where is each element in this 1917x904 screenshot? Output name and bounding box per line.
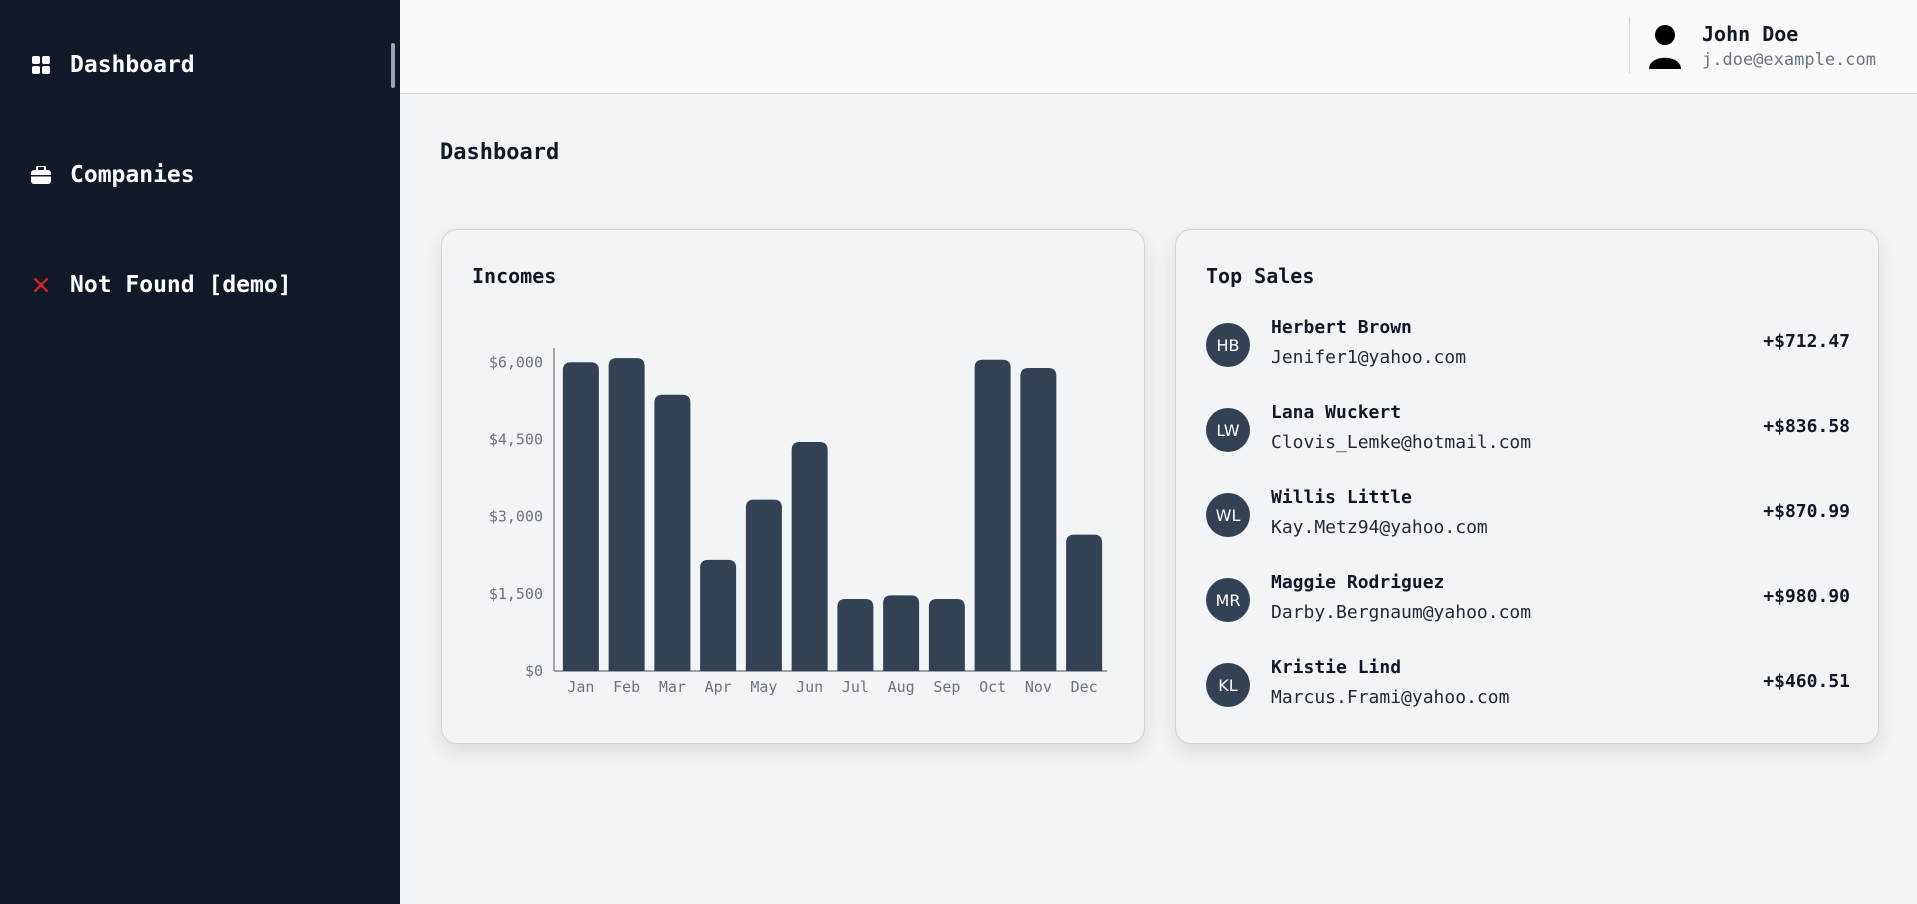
sale-amount: +$460.51 <box>1763 671 1850 692</box>
list-item[interactable]: LW Lana Wuckert Clovis_Lemke@hotmail.com… <box>1206 402 1850 493</box>
chart-bar <box>974 359 1011 671</box>
x-tick-label: Mar <box>659 678 686 696</box>
sale-amount: +$870.99 <box>1763 501 1850 522</box>
x-tick-label: Sep <box>933 678 960 696</box>
x-tick-label: Nov <box>1025 678 1052 696</box>
incomes-card: Incomes $0 $1,500 $3,000 $4,500 $6,000 Jan Feb… <box>441 229 1145 744</box>
chart-bar <box>1066 534 1103 671</box>
chart-bar <box>837 598 874 671</box>
x-tick-label: May <box>750 678 777 696</box>
chart-bar <box>745 499 782 671</box>
y-tick-label: $3,000 <box>489 508 543 526</box>
top-sales-card: Top Sales HB Herbert Brown Jenifer1@yaho… <box>1175 229 1879 744</box>
sale-email: Clovis_Lemke@hotmail.com <box>1271 432 1532 453</box>
sale-email: Marcus.Frami@yahoo.com <box>1271 687 1510 708</box>
sale-amount: +$980.90 <box>1763 586 1850 607</box>
grid-icon <box>30 54 52 76</box>
user-name[interactable]: John Doe <box>1702 22 1798 46</box>
top-header: John Doe j.doe@example.com <box>400 0 1917 94</box>
avatar: LW <box>1206 408 1250 452</box>
x-tick-label: Dec <box>1071 678 1098 696</box>
y-tick-label: $6,000 <box>489 353 543 371</box>
x-tick-label: Apr <box>705 678 732 696</box>
sidebar-scrollbar[interactable] <box>391 43 395 88</box>
top-sales-list: HB Herbert Brown Jenifer1@yahoo.com +$71… <box>1206 317 1850 748</box>
x-tick-label: Jan <box>567 678 594 696</box>
x-tick-label: Feb <box>613 678 640 696</box>
sidebar-item-label: Not Found [demo] <box>70 272 292 298</box>
sale-name: Lana Wuckert <box>1271 402 1402 423</box>
sale-email: Darby.Bergnaum@yahoo.com <box>1271 602 1532 623</box>
chart-bar <box>791 442 828 671</box>
chart-bar <box>928 598 965 671</box>
chart-bar <box>654 394 691 671</box>
briefcase-icon <box>30 164 52 186</box>
sale-email: Jenifer1@yahoo.com <box>1271 347 1467 368</box>
x-tick-label: Jun <box>796 678 823 696</box>
user-email: j.doe@example.com <box>1702 50 1876 70</box>
header-divider <box>1629 17 1630 73</box>
avatar: WL <box>1206 493 1250 537</box>
chart-bar <box>883 595 920 671</box>
y-tick-label: $1,500 <box>489 585 543 603</box>
sidebar-item-dashboard[interactable]: Dashboard <box>0 35 390 95</box>
user-icon[interactable] <box>1645 24 1685 70</box>
list-item[interactable]: HB Herbert Brown Jenifer1@yahoo.com +$71… <box>1206 317 1850 408</box>
avatar: KL <box>1206 663 1250 707</box>
x-tick-label: Oct <box>979 678 1006 696</box>
page-title: Dashboard <box>440 140 560 165</box>
sale-name: Maggie Rodriguez <box>1271 572 1445 593</box>
sale-name: Willis Little <box>1271 487 1412 508</box>
list-item[interactable]: KL Kristie Lind Marcus.Frami@yahoo.com +… <box>1206 657 1850 748</box>
avatar: HB <box>1206 323 1250 367</box>
sale-name: Kristie Lind <box>1271 657 1402 678</box>
avatar: MR <box>1206 578 1250 622</box>
y-tick-label: $0 <box>525 662 543 680</box>
close-icon <box>30 274 52 296</box>
chart-bar <box>562 362 599 671</box>
sale-amount: +$712.47 <box>1763 331 1850 352</box>
chart-bar <box>608 358 645 671</box>
list-item[interactable]: MR Maggie Rodriguez Darby.Bergnaum@yahoo… <box>1206 572 1850 663</box>
sale-name: Herbert Brown <box>1271 317 1412 338</box>
x-tick-label: Jul <box>842 678 869 696</box>
sidebar-item-not-found[interactable]: Not Found [demo] <box>0 255 390 315</box>
top-sales-title: Top Sales <box>1206 264 1315 288</box>
sidebar-item-label: Companies <box>70 162 195 188</box>
sale-amount: +$836.58 <box>1763 416 1850 437</box>
sidebar: Dashboard Companies Not Found [demo] <box>0 0 400 904</box>
list-item[interactable]: WL Willis Little Kay.Metz94@yahoo.com +$… <box>1206 487 1850 578</box>
incomes-chart: $0 $1,500 $3,000 $4,500 $6,000 Jan Feb Mar Apr Ma… <box>489 348 1107 696</box>
sidebar-item-label: Dashboard <box>70 52 195 78</box>
y-tick-label: $4,500 <box>489 430 543 448</box>
sale-email: Kay.Metz94@yahoo.com <box>1271 517 1488 538</box>
sidebar-item-companies[interactable]: Companies <box>0 145 390 205</box>
chart-bar <box>700 559 737 671</box>
x-tick-label: Aug <box>888 678 915 696</box>
chart-bar <box>1020 367 1057 671</box>
